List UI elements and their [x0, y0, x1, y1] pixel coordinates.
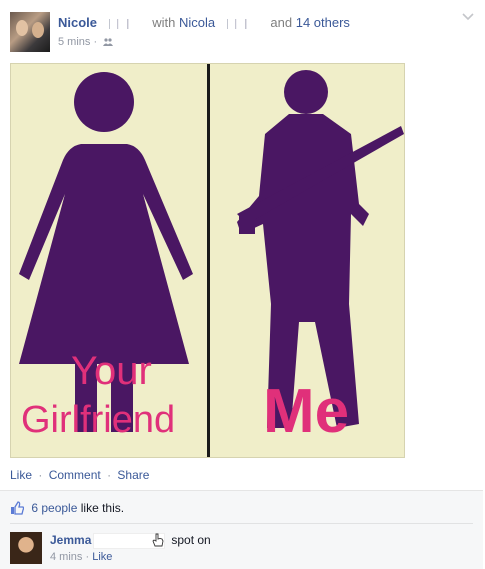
thumbs-up-icon — [11, 501, 24, 515]
comment-like-link[interactable]: Like — [92, 551, 112, 563]
divider — [10, 523, 473, 524]
author-name-link[interactable]: Nicole — [58, 15, 97, 30]
author-line: Nicole with Nicola and 14 others — [58, 15, 350, 30]
comment-time[interactable]: 4 mins — [50, 551, 82, 563]
and-label: and — [270, 15, 293, 30]
likes-suffix: like this. — [80, 501, 125, 515]
friends-audience-icon[interactable] — [103, 38, 114, 47]
feedback-section: 6 people like this. Jemma spot on 4 mins… — [0, 490, 483, 569]
commenter-name: Jemma — [50, 533, 166, 549]
redacted-name — [104, 18, 145, 29]
caption-girlfriend: Girlfriend — [21, 399, 175, 441]
caption-your: Your — [71, 349, 152, 393]
comment-text: spot on — [171, 533, 211, 547]
like-link[interactable]: Like — [10, 468, 32, 482]
likes-summary: 6 people like this. — [10, 501, 124, 515]
post-actions: Like · Comment · Share — [10, 468, 149, 482]
avatar-face — [16, 20, 28, 36]
commenter-avatar[interactable] — [10, 532, 42, 564]
photo-illustration: Your Girlfriend Me — [11, 64, 404, 457]
redacted-name — [222, 18, 263, 29]
avatar-face — [32, 22, 44, 38]
tagged-name-link[interactable]: Nicola — [179, 15, 215, 30]
share-link[interactable]: Share — [117, 468, 149, 482]
comment-text-wrap: spot on — [152, 533, 211, 547]
caption-me: Me — [263, 377, 349, 446]
others-link[interactable]: 14 others — [296, 15, 350, 30]
with-label: with — [152, 15, 176, 30]
meta-separator: · — [85, 551, 90, 563]
comment-item: Jemma spot on 4 mins · Like — [10, 531, 470, 565]
chevron-down-icon[interactable] — [461, 12, 475, 22]
author-avatar[interactable] — [10, 12, 50, 52]
hand-cursor-icon — [152, 533, 164, 547]
post-time-link[interactable]: 5 mins — [58, 36, 90, 48]
likers-link[interactable]: 6 people — [31, 501, 77, 515]
action-separator: · — [38, 468, 43, 482]
post-meta: 5 mins · — [58, 36, 114, 48]
action-separator: · — [107, 468, 112, 482]
post-header: Nicole with Nicola and 14 others 5 mins … — [10, 10, 475, 56]
meta-separator: · — [93, 36, 98, 48]
post-photo[interactable]: Your Girlfriend Me — [10, 63, 405, 458]
comment-link[interactable]: Comment — [49, 468, 101, 482]
commenter-name-link[interactable]: Jemma — [50, 533, 91, 547]
comment-meta: 4 mins · Like — [50, 551, 112, 563]
